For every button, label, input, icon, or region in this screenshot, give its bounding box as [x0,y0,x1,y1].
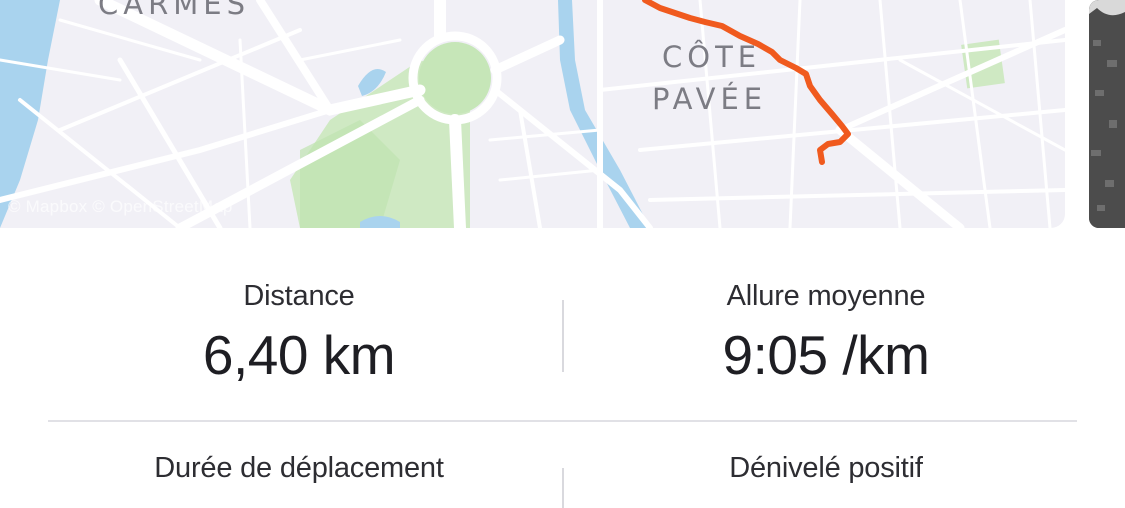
stat-elevation-gain: Dénivelé positif [606,452,1046,485]
stat-label-moving-time: Durée de déplacement [154,452,444,484]
map-attribution[interactable]: © Mapbox © OpenStreetMap [8,197,233,217]
row-divider [48,420,1077,422]
roundabout-park [419,42,491,114]
column-divider-2 [562,468,564,508]
stat-label-distance: Distance [243,280,355,312]
map-canvas: CARMES CÔTE PAVÉE [0,0,1065,228]
stat-average-pace: Allure moyenne 9:05 /km [606,280,1046,387]
activity-photo-thumbnail[interactable] [1089,0,1125,228]
activity-stats: Distance 6,40 km Allure moyenne 9:05 /km… [0,228,1125,508]
stat-distance: Distance 6,40 km [79,280,519,387]
canal [558,0,650,228]
stat-label-pace: Allure moyenne [726,280,926,312]
map-label-carmes: CARMES [98,0,250,21]
street-network [0,0,1065,228]
stat-label-elevation: Dénivelé positif [729,452,923,484]
route-map[interactable]: CARMES CÔTE PAVÉE © Mapbox © OpenStreetM… [0,0,1065,228]
photo-image [1089,0,1125,228]
stat-value-pace: 9:05 /km [722,324,930,386]
map-label-cote: CÔTE [662,40,761,74]
column-divider [562,300,564,372]
stat-value-distance: 6,40 km [202,324,396,386]
stat-moving-time: Durée de déplacement [79,452,519,485]
map-label-pavee: PAVÉE [652,82,767,116]
